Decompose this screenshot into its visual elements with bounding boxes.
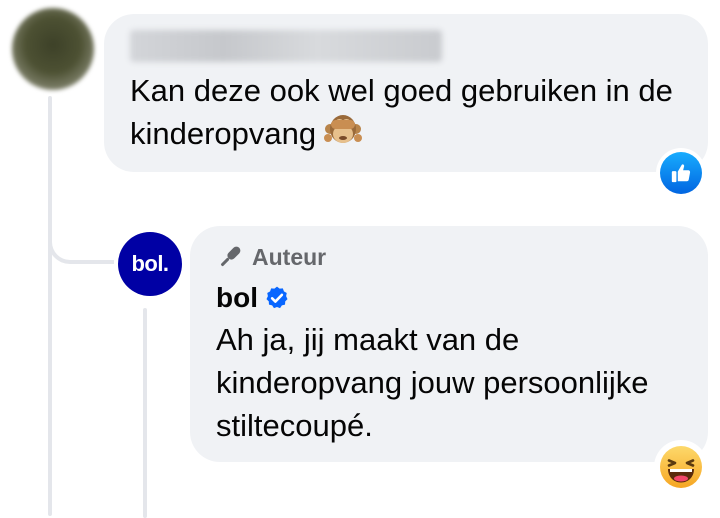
comment-text: Kan deze ook wel goed gebruiken in de ki… [130,70,690,159]
reply-thread-line [143,308,147,518]
commenter-avatar[interactable] [12,8,94,90]
bol-avatar-logo: bol. [131,251,169,276]
redacted-commenter-name[interactable] [130,30,442,62]
thread-line [48,96,52,516]
bol-avatar[interactable]: bol. [118,232,182,296]
like-reaction-badge[interactable] [656,148,706,198]
reply-text: Ah ja, jij maakt van de kinderopvang jou… [216,322,649,443]
author-badge: Auteur [216,240,326,274]
microphone-icon [220,246,241,267]
see-no-evil-monkey-icon [324,112,363,159]
author-badge-label: Auteur [252,243,327,270]
comment-bubble: Kan deze ook wel goed gebruiken in de ki… [104,14,708,172]
thumbs-up-icon [671,164,691,183]
verified-badge-icon [266,286,288,309]
reply-connector-line [48,200,114,264]
haha-reaction-badge[interactable] [654,440,708,494]
haha-emoji-icon [660,446,702,488]
like-reaction-circle [660,152,702,194]
reply-author-name[interactable]: bol [216,282,258,314]
reply-bubble: Auteur bol Ah ja, jij maakt van de kinde… [190,226,708,462]
reply-author[interactable]: bol [216,280,290,316]
comment-text-content: Kan deze ook wel goed gebruiken in de ki… [130,73,673,151]
